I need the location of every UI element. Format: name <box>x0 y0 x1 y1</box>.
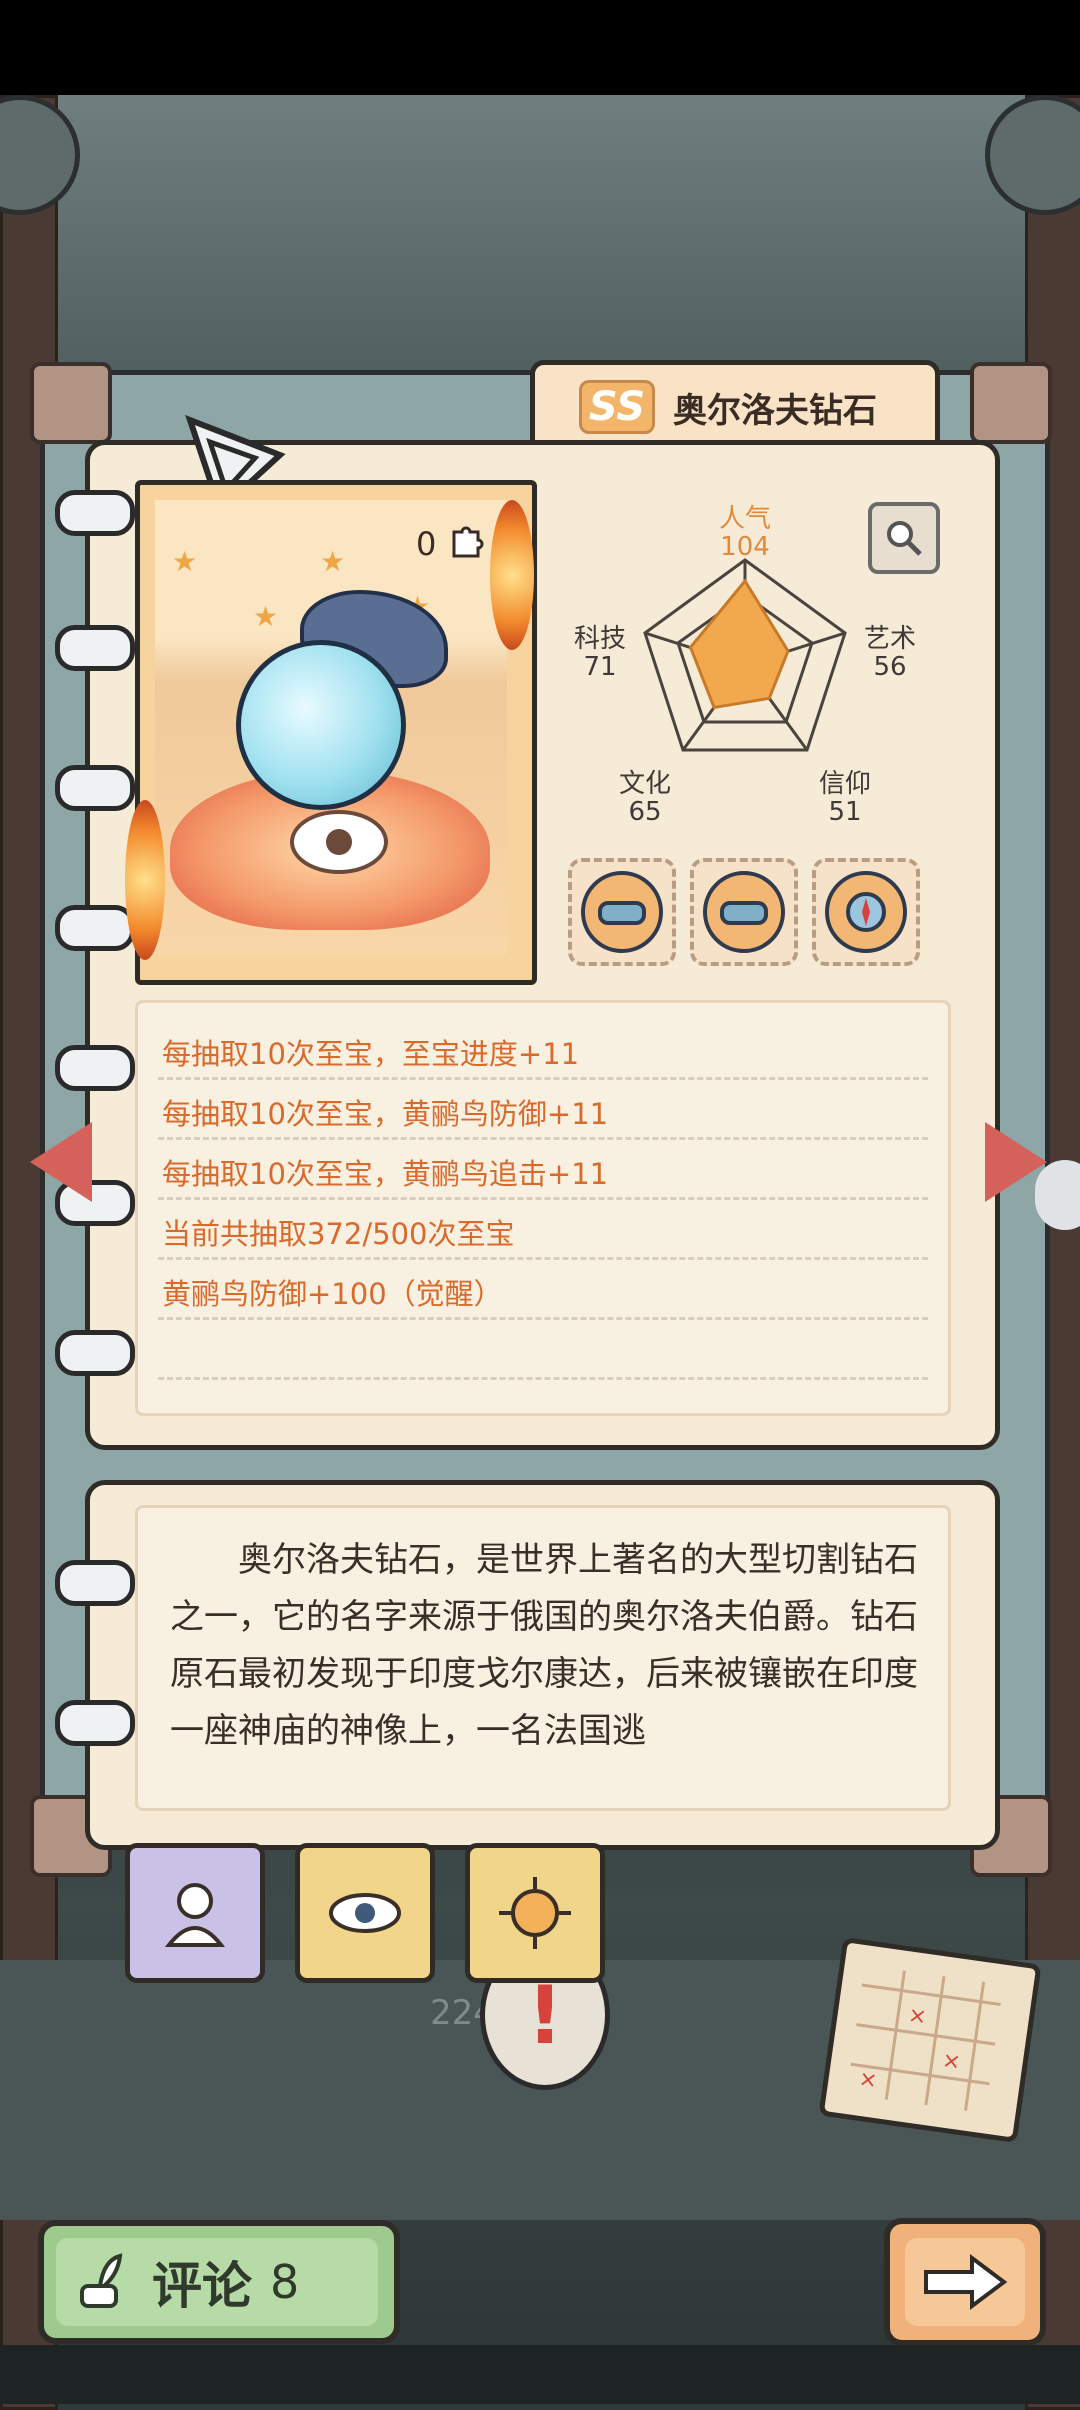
effect-line: 每抽取10次至宝，至宝进度+11 <box>162 1037 580 1071</box>
calendar-icon: × × × <box>818 1936 1042 2144</box>
next-button[interactable] <box>884 2218 1046 2346</box>
svg-text:×: × <box>941 2048 963 2075</box>
compass-icon <box>846 892 886 932</box>
tab-person[interactable] <box>125 1843 265 1983</box>
flame-decoration <box>125 800 165 960</box>
binder-ring <box>55 1045 135 1091</box>
side-handle[interactable] <box>1035 1160 1080 1230</box>
binder-ring <box>55 1700 135 1746</box>
stat-culture: 文化 65 <box>618 769 671 827</box>
stat-popularity: 人气 104 <box>718 504 771 562</box>
eye-emblem-icon <box>290 810 388 874</box>
radar-area <box>688 578 790 710</box>
person-bust-icon <box>164 1883 226 1947</box>
frame-corner <box>970 362 1052 444</box>
svg-text:×: × <box>906 2003 928 2030</box>
equipment-slot[interactable] <box>812 858 920 966</box>
magnifier-button[interactable] <box>868 502 940 574</box>
quill-ink-icon <box>80 2253 123 2308</box>
description-panel[interactable]: 奥尔洛夫钻石，是世界上著名的大型切割钻石之一，它的名字来源于俄国的奥尔洛夫伯爵。… <box>135 1505 951 1811</box>
effect-line: 每抽取10次至宝，黄鹂鸟防御+11 <box>162 1097 609 1131</box>
frame-corner <box>30 362 112 444</box>
effects-panel: 每抽取10次至宝，至宝进度+11 每抽取10次至宝，黄鹂鸟防御+11 每抽取10… <box>135 1000 951 1416</box>
arrow-right-icon <box>924 2254 1008 2310</box>
star-icon: ★ <box>172 545 198 578</box>
binder-ring <box>55 905 135 951</box>
background-wall <box>0 95 1080 395</box>
stats-radar-chart <box>630 550 860 784</box>
puzzle-piece-icon <box>450 522 486 558</box>
binder-ring <box>55 765 135 811</box>
flame-decoration <box>490 500 534 650</box>
binder-ring <box>55 490 135 536</box>
svg-text:×: × <box>857 2067 879 2094</box>
rarity-badge: SS <box>579 380 655 434</box>
effect-line: 当前共抽取372/500次至宝 <box>162 1217 515 1251</box>
stat-tech: 科技 71 <box>573 624 626 682</box>
item-count: 0 <box>416 525 437 563</box>
tab-sun[interactable] <box>465 1843 605 1983</box>
stat-art: 艺术 56 <box>863 624 916 682</box>
equipment-slot[interactable] <box>568 858 676 966</box>
goggles-icon <box>598 901 646 925</box>
star-icon: ★ <box>320 545 346 578</box>
item-description: 奥尔洛夫钻石，是世界上著名的大型切割钻石之一，它的名字来源于俄国的奥尔洛夫伯爵。… <box>170 1540 918 1751</box>
comment-label: 评论 <box>152 2257 252 2315</box>
tab-eye[interactable] <box>295 1843 435 1983</box>
diamond-icon <box>236 640 406 810</box>
comment-button[interactable]: 评论 8 <box>38 2220 400 2344</box>
binder-ring <box>55 1560 135 1606</box>
magnifier-icon <box>887 521 922 556</box>
item-name: 奥尔洛夫钻石 <box>673 390 877 431</box>
binder-ring <box>55 1330 135 1376</box>
prev-page-arrow[interactable] <box>30 1122 92 1202</box>
goggles-icon <box>720 901 768 925</box>
star-icon: ★ <box>253 600 279 633</box>
sun-face-icon <box>499 1877 571 1949</box>
binder-ring <box>55 625 135 671</box>
status-bar <box>0 0 1080 95</box>
stat-belief: 信仰 51 <box>818 769 871 827</box>
comment-count: 8 <box>270 2255 300 2309</box>
effect-line: 每抽取10次至宝，黄鹂鸟追击+11 <box>162 1157 609 1191</box>
effect-line: 黄鹂鸟防御+100（觉醒） <box>162 1277 503 1311</box>
eye-icon <box>329 1893 401 1933</box>
floor <box>0 2345 1080 2404</box>
equipment-slot[interactable] <box>690 858 798 966</box>
